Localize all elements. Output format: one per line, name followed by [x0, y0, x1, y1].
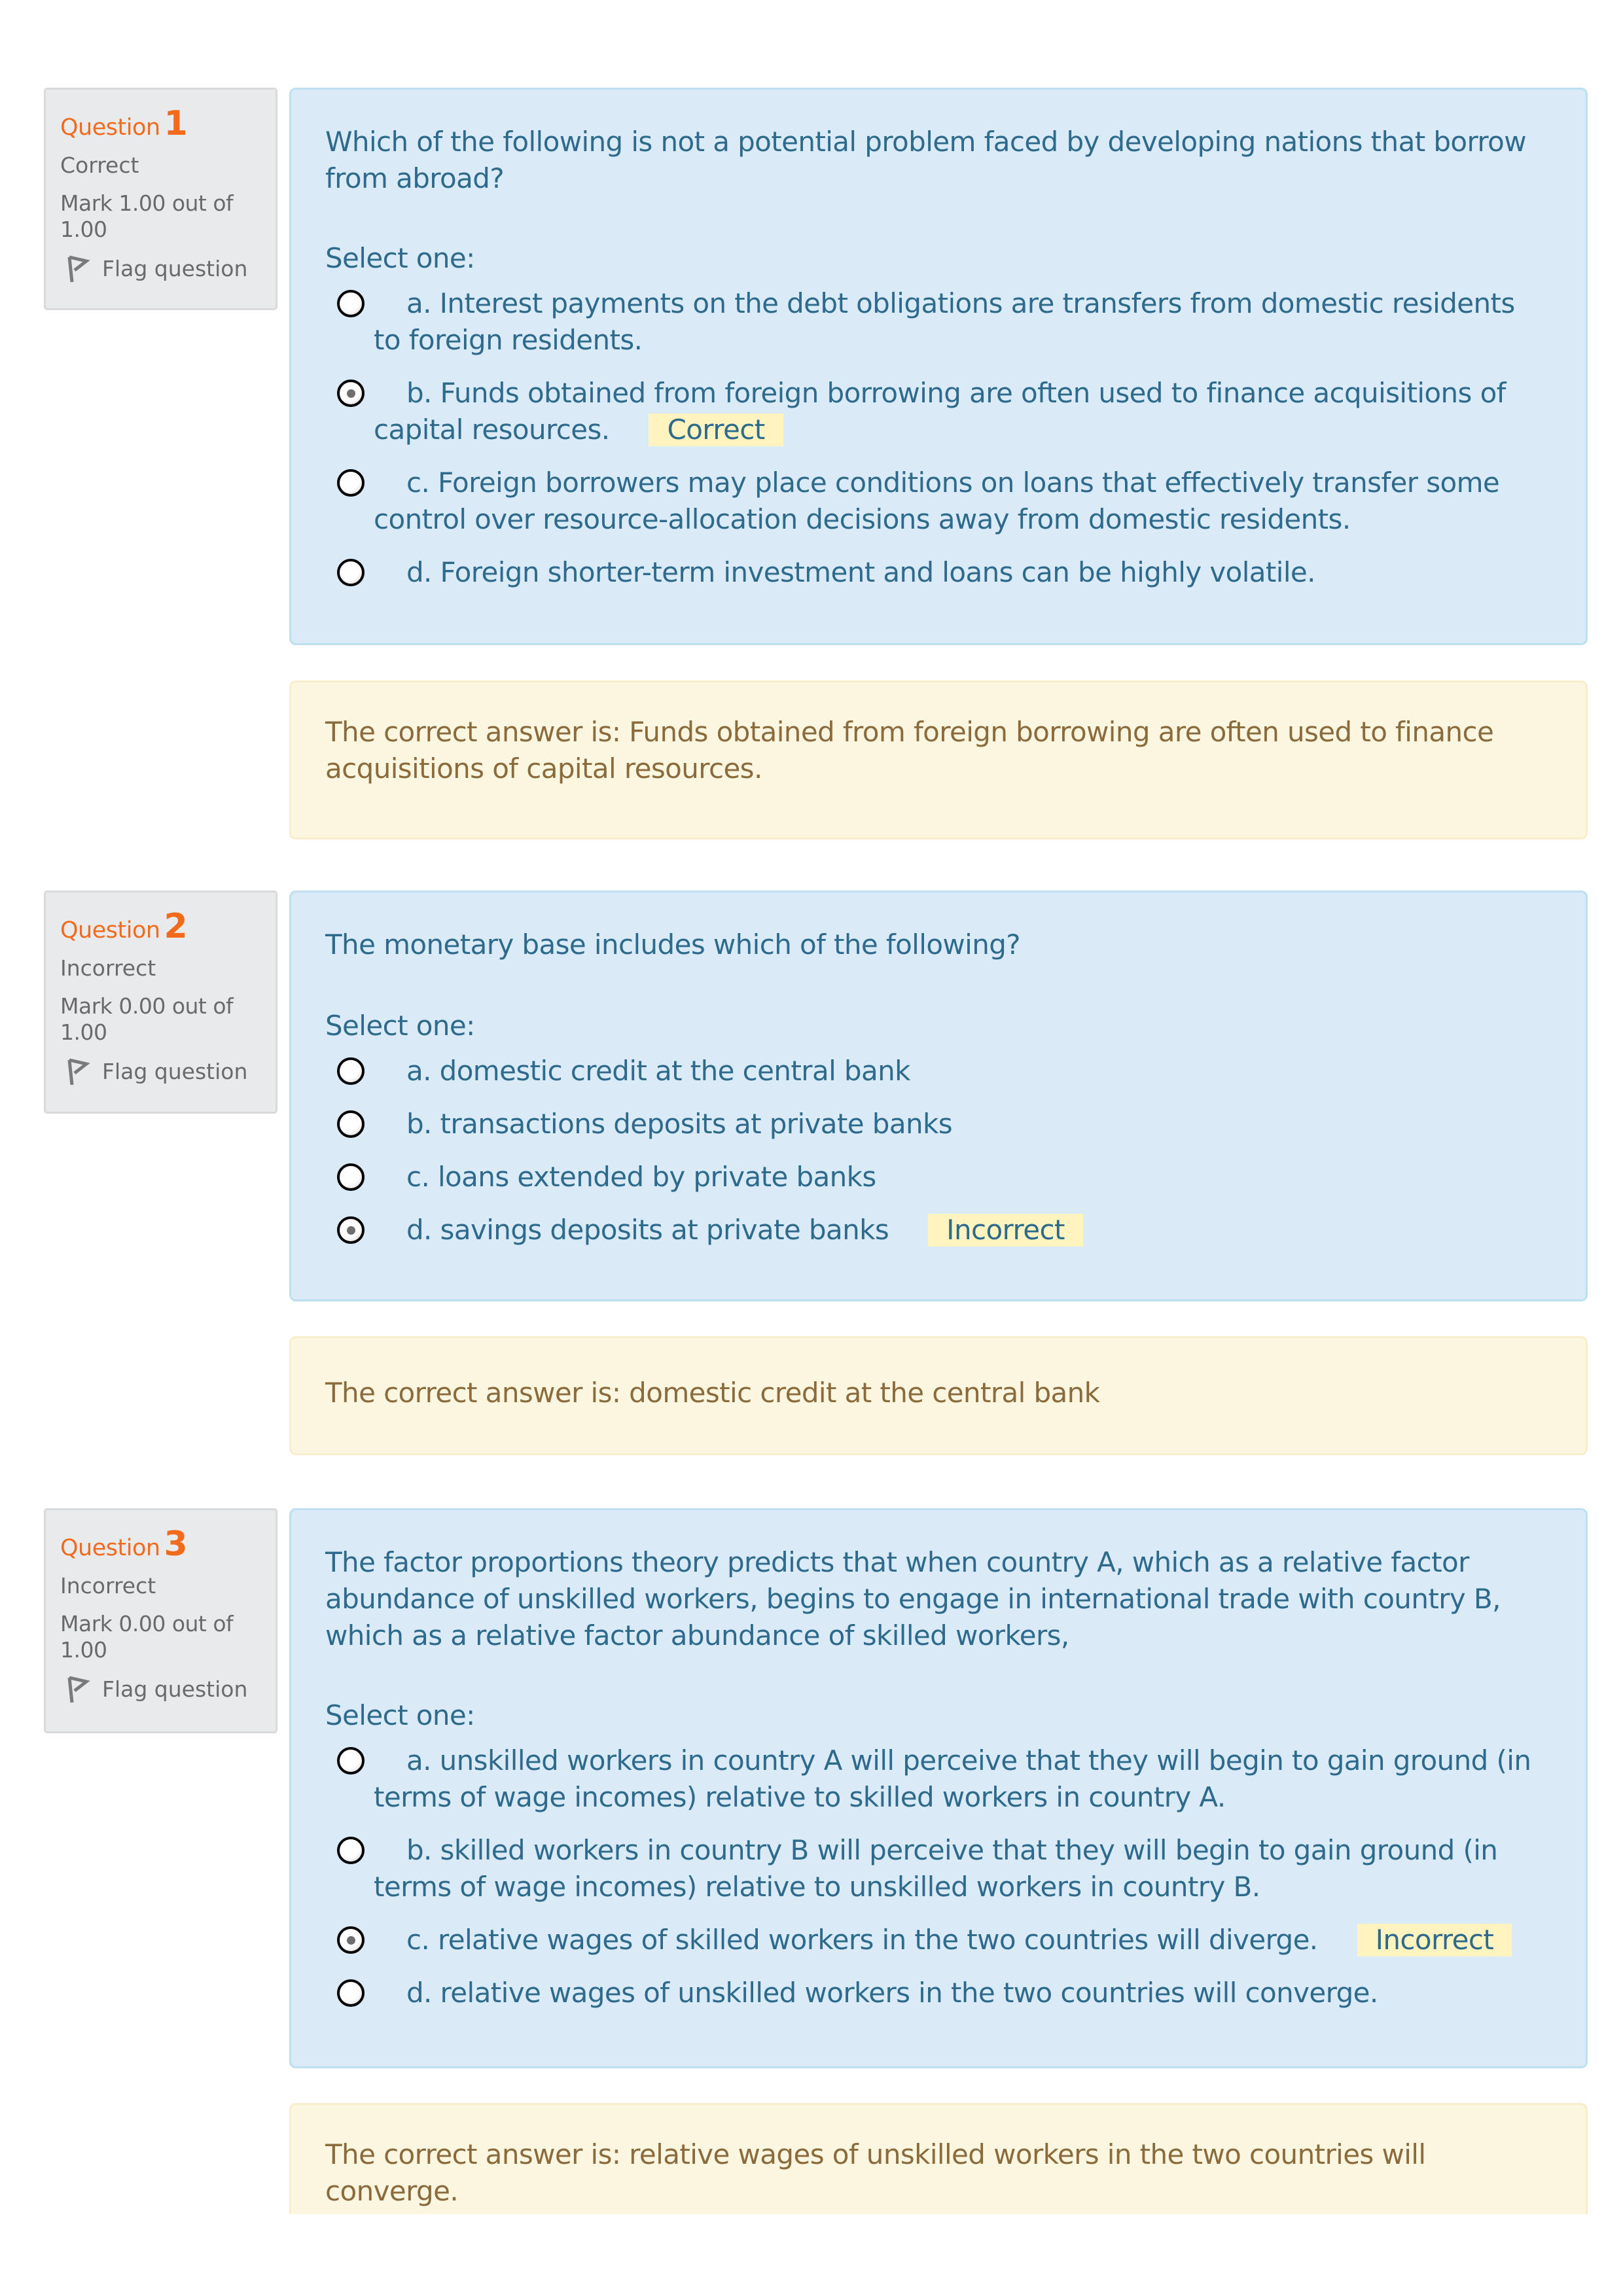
- flag-icon: [67, 255, 90, 283]
- question-text: Which of the following is not a potentia…: [325, 126, 1527, 194]
- answer-option-c[interactable]: c. relative wages of skilled workers in …: [325, 1922, 1560, 1958]
- right-answer-text: The correct answer is: relative wages of…: [325, 2138, 1426, 2207]
- answer-option-a[interactable]: a. Interest payments on the debt obligat…: [325, 285, 1560, 359]
- question-number-value: 3: [164, 1525, 188, 1564]
- question-info-3: Question 3 Incorrect Mark 0.00 out of 1.0…: [44, 1508, 277, 1733]
- flag-question-label: Flag question: [102, 256, 248, 281]
- question-text: The factor proportions theory predicts t…: [325, 1546, 1501, 1651]
- answer-option-a[interactable]: a. domestic credit at the central bank: [325, 1053, 1560, 1089]
- right-answer-text: The correct answer is: Funds obtained fr…: [325, 716, 1494, 785]
- question-label: Question: [60, 1535, 160, 1561]
- flag-icon: [67, 1058, 90, 1086]
- select-one-prompt: Select one:: [325, 1010, 475, 1042]
- question-state: Incorrect: [60, 955, 156, 981]
- option-text: a. Interest payments on the debt obligat…: [374, 287, 1515, 356]
- question-grade: Mark 1.00 out of 1.00: [60, 190, 234, 242]
- right-answer-feedback-1: The correct answer is: Funds obtained fr…: [289, 680, 1588, 839]
- option-text: b. Funds obtained from foreign borrowing…: [374, 377, 1506, 446]
- question-number-value: 1: [164, 104, 188, 143]
- question-label: Question: [60, 917, 160, 944]
- answer-option-b[interactable]: b. transactions deposits at private bank…: [325, 1106, 1560, 1142]
- option-text: d. Foreign shorter-term investment and l…: [406, 556, 1316, 588]
- question-number: Question 3: [60, 1525, 261, 1568]
- answer-options: a. unskilled workers in country A will p…: [325, 1742, 1560, 2011]
- answer-options: a. domestic credit at the central bank b…: [325, 1053, 1560, 1248]
- flag-icon: [67, 1676, 90, 1703]
- radio-unchecked-icon[interactable]: [337, 1163, 365, 1191]
- option-text: c. relative wages of skilled workers in …: [406, 1924, 1318, 1956]
- answer-option-d[interactable]: d. relative wages of unskilled workers i…: [325, 1975, 1560, 2011]
- radio-unchecked-icon[interactable]: [337, 1747, 365, 1775]
- feedback-badge-incorrect: Incorrect: [928, 1214, 1083, 1246]
- right-answer-feedback-3: The correct answer is: relative wages of…: [289, 2103, 1588, 2214]
- option-text: b. skilled workers in country B will per…: [374, 1834, 1498, 1903]
- radio-unchecked-icon[interactable]: [337, 469, 365, 497]
- radio-unchecked-icon[interactable]: [337, 1837, 365, 1864]
- flag-question-button[interactable]: Flag question: [60, 255, 261, 283]
- question-content-2: The monetary base includes which of the …: [289, 891, 1588, 1301]
- right-answer-feedback-2: The correct answer is: domestic credit a…: [289, 1336, 1588, 1455]
- flag-question-button[interactable]: Flag question: [60, 1057, 261, 1086]
- answer-option-c[interactable]: c. Foreign borrowers may place condition…: [325, 465, 1560, 538]
- answer-option-b[interactable]: b. Funds obtained from foreign borrowing…: [325, 375, 1560, 448]
- radio-checked-icon[interactable]: [337, 1216, 365, 1244]
- question-state: Correct: [60, 152, 139, 178]
- option-text: d. savings deposits at private banks: [406, 1214, 889, 1246]
- right-answer-text: The correct answer is: domestic credit a…: [325, 1377, 1100, 1409]
- radio-unchecked-icon[interactable]: [337, 1057, 365, 1085]
- option-text: b. transactions deposits at private bank…: [406, 1108, 953, 1140]
- radio-checked-icon[interactable]: [337, 380, 365, 407]
- question-number: Question 2: [60, 907, 261, 950]
- question-state: Incorrect: [60, 1573, 156, 1598]
- flag-question-button[interactable]: Flag question: [60, 1675, 261, 1704]
- question-grade: Mark 0.00 out of 1.00: [60, 993, 234, 1045]
- flag-question-label: Flag question: [102, 1676, 248, 1702]
- answer-option-a[interactable]: a. unskilled workers in country A will p…: [325, 1742, 1560, 1816]
- option-text: c. Foreign borrowers may place condition…: [374, 467, 1500, 535]
- radio-checked-icon[interactable]: [337, 1926, 365, 1954]
- feedback-badge-correct: Correct: [649, 414, 783, 446]
- select-one-prompt: Select one:: [325, 1699, 475, 1731]
- option-text: a. unskilled workers in country A will p…: [374, 1744, 1531, 1813]
- answer-option-c[interactable]: c. loans extended by private banks: [325, 1159, 1560, 1195]
- answer-option-d[interactable]: d. Foreign shorter-term investment and l…: [325, 554, 1560, 591]
- question-number-value: 2: [164, 907, 188, 946]
- answer-option-b[interactable]: b. skilled workers in country B will per…: [325, 1832, 1560, 1905]
- radio-unchecked-icon[interactable]: [337, 290, 365, 317]
- question-grade: Mark 0.00 out of 1.00: [60, 1611, 234, 1663]
- radio-unchecked-icon[interactable]: [337, 1979, 365, 2007]
- option-text: a. domestic credit at the central bank: [406, 1055, 910, 1087]
- answer-option-d[interactable]: d. savings deposits at private banks Inco…: [325, 1212, 1560, 1248]
- radio-unchecked-icon[interactable]: [337, 559, 365, 586]
- option-text: c. loans extended by private banks: [406, 1161, 876, 1193]
- question-content-1: Which of the following is not a potentia…: [289, 88, 1588, 645]
- question-info-2: Question 2 Incorrect Mark 0.00 out of 1.0…: [44, 891, 277, 1114]
- question-label: Question: [60, 115, 160, 141]
- radio-unchecked-icon[interactable]: [337, 1110, 365, 1138]
- question-text: The monetary base includes which of the …: [325, 928, 1021, 961]
- question-info-1: Question 1 Correct Mark 1.00 out of 1.00 …: [44, 88, 277, 310]
- select-one-prompt: Select one:: [325, 242, 475, 274]
- flag-question-label: Flag question: [102, 1059, 248, 1084]
- feedback-badge-incorrect: Incorrect: [1357, 1924, 1512, 1956]
- question-number: Question 1: [60, 104, 261, 147]
- answer-options: a. Interest payments on the debt obligat…: [325, 285, 1560, 591]
- question-content-3: The factor proportions theory predicts t…: [289, 1508, 1588, 2068]
- option-text: d. relative wages of unskilled workers i…: [406, 1977, 1378, 2009]
